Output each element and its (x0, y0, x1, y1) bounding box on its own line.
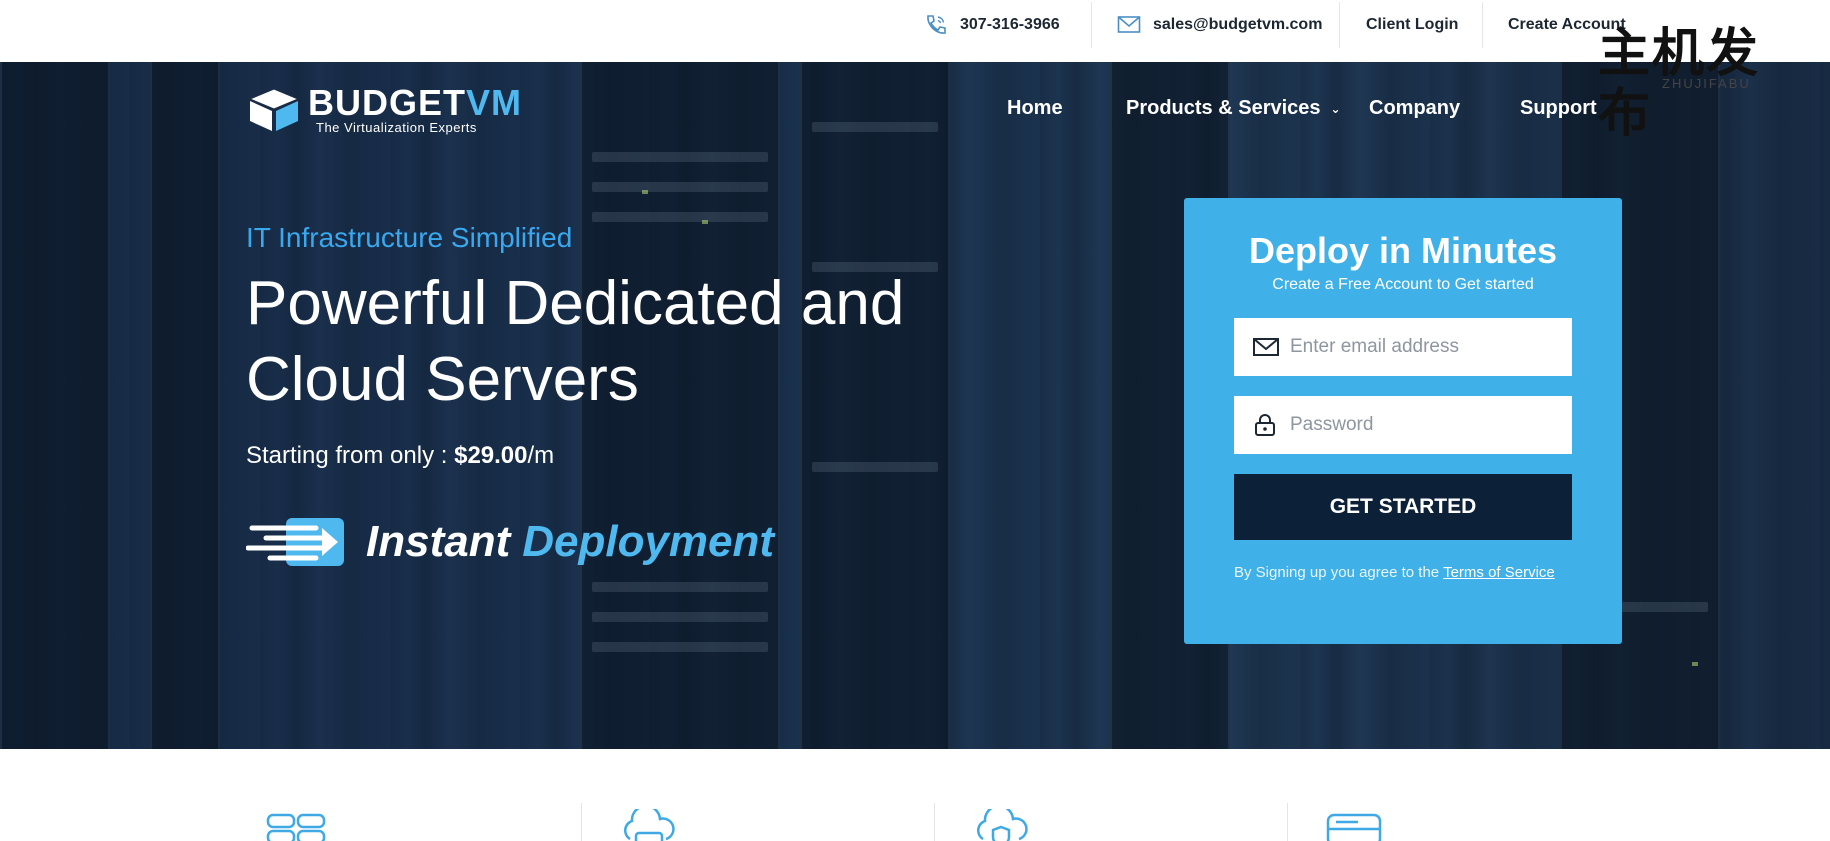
instant-word: Instant (366, 517, 511, 566)
price-suffix: /m (527, 442, 555, 469)
feature-divider (581, 803, 582, 841)
nav-item-support[interactable]: Support (1520, 90, 1597, 126)
deployment-word: Deployment (522, 517, 775, 566)
topbar-divider (1091, 2, 1092, 48)
nav-item-home[interactable]: Home (1007, 90, 1063, 126)
hero-eyebrow: IT Infrastructure Simplified (246, 222, 573, 253)
cloud-shield-icon (969, 804, 1033, 841)
watermark-logo: 主机发布 ZHUJIFABU (1598, 24, 1800, 144)
servers-icon (264, 809, 328, 841)
mail-icon (1252, 335, 1280, 359)
speed-lines-icon (245, 514, 346, 570)
hero-headline: Powerful Dedicated and Cloud Servers (246, 269, 905, 414)
get-started-button[interactable]: GET STARTED (1234, 474, 1572, 540)
phone-icon (924, 14, 948, 36)
phone-number: 307-316-3966 (960, 16, 1060, 33)
instant-deployment-badge: Instant Deployment (245, 512, 775, 572)
phone-contact[interactable]: 307-316-3966 (924, 0, 1060, 50)
nav-item-label: Products & Services (1126, 97, 1321, 119)
main-nav: Home Products & Services ⌄ Company Suppor… (0, 90, 1830, 126)
password-input[interactable] (1290, 414, 1560, 436)
price-value: $29.00 (454, 442, 528, 469)
lock-icon (1252, 413, 1280, 437)
signup-card: Deploy in Minutes Create a Free Account … (1184, 198, 1622, 644)
chevron-down-icon: ⌄ (1330, 101, 1341, 116)
terms-of-service-link[interactable]: Terms of Service (1443, 564, 1555, 581)
nav-item-products-services[interactable]: Products & Services ⌄ (1126, 90, 1341, 127)
email-contact[interactable]: sales@budgetvm.com (1117, 0, 1322, 50)
mail-icon (1117, 14, 1141, 36)
email-address: sales@budgetvm.com (1153, 16, 1323, 33)
password-field[interactable] (1234, 396, 1572, 454)
top-contact-bar: 307-316-3966 sales@budgetvm.com Client L… (0, 0, 1830, 62)
signup-title: Deploy in Minutes (1248, 230, 1558, 271)
signup-subtitle: Create a Free Account to Get started (1272, 276, 1534, 293)
watermark-subtext: ZHUJIFABU (1662, 76, 1751, 91)
email-input[interactable] (1290, 336, 1560, 358)
topbar-divider (1482, 2, 1483, 48)
terms-prefix: By Signing up you agree to the (1234, 564, 1440, 581)
cloud-server-icon (616, 804, 680, 841)
server-icon (1322, 809, 1386, 841)
feature-divider (934, 803, 935, 841)
price-prefix: Starting from only : (246, 442, 448, 469)
server-rack-image (150, 62, 220, 749)
email-field[interactable] (1234, 318, 1572, 376)
client-login-link[interactable]: Client Login (1366, 0, 1458, 50)
terms-notice: By Signing up you agree to the Terms of … (1234, 564, 1572, 581)
starting-price: Starting from only : $29.00/m (246, 442, 554, 470)
nav-item-company[interactable]: Company (1369, 90, 1460, 126)
features-strip (0, 749, 1830, 841)
feature-divider (1287, 803, 1288, 841)
topbar-divider (1339, 2, 1340, 48)
server-rack-image (0, 62, 110, 749)
